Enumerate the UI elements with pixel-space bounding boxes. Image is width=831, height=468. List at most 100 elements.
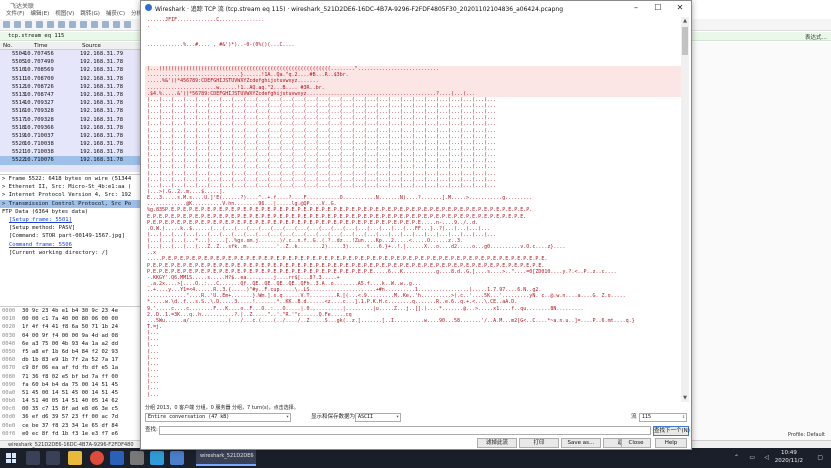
tree-item[interactable]: > Frame 5522: 6418 bytes on wire (51344 <box>0 175 140 183</box>
stream-number-spinbox[interactable]: 115 ⇕ <box>639 413 687 422</box>
notification-icon[interactable]: ▢ <box>817 454 823 461</box>
word-icon[interactable] <box>110 451 124 465</box>
toolbar-icon[interactable] <box>113 21 120 28</box>
toolbar-icon[interactable] <box>80 21 87 28</box>
hex-row[interactable]: 0090 fa 60 b4 b4 da 75 00 14 51 45 <box>0 381 140 389</box>
tree-item[interactable]: Command frame: 5506 <box>0 241 140 249</box>
hex-row[interactable]: 0030 04 00 9f f4 00 00 9a 4d ad 08 <box>0 332 140 340</box>
expression-button[interactable]: 表达式… <box>805 33 827 41</box>
toolbar-icon[interactable] <box>58 21 65 28</box>
tree-item[interactable]: [Current working directory: /] <box>0 249 140 257</box>
tree-item[interactable]: > Transmission Control Protocol, Src Po <box>0 199 140 208</box>
file-explorer-icon[interactable] <box>68 451 82 465</box>
hex-row[interactable]: 00a0 51 45 00 14 51 45 00 14 51 45 <box>0 389 140 397</box>
show-as-select[interactable]: ASCII ▾ <box>355 413 401 422</box>
hex-row[interactable]: 00e0 ce be 37 f8 23 34 1e 65 df 84 <box>0 422 140 430</box>
packet-row[interactable]: 5510 10.708569 192.168.31.78 <box>0 66 140 74</box>
packet-list[interactable]: 5504 10.707456 192.168.31.79 5505 10.707490 1… <box>0 50 140 172</box>
packet-row[interactable]: 5505 10.707490 192.168.31.78 <box>0 58 140 66</box>
toolbar-icon[interactable] <box>47 21 54 28</box>
tree-item[interactable]: FTP Data (6364 bytes data) <box>0 208 140 216</box>
search-icon[interactable] <box>26 451 40 465</box>
packet-row[interactable]: 5511 10.708700 192.168.31.78 <box>0 75 140 83</box>
taskbar-app-wireshark[interactable]: wireshark_521D2DE6-16DC-4B7A-9296-F2FDF4… <box>196 450 256 466</box>
toolbar-icon[interactable] <box>69 21 76 28</box>
tree-item[interactable]: [Command: STOR part-00149-1567.jpg] <box>0 232 140 240</box>
close-icon[interactable]: ✕ <box>669 1 691 14</box>
hex-row[interactable]: 0050 f5 a8 ef 1b 6d b4 84 f2 02 93 <box>0 348 140 356</box>
display-filter-input[interactable]: tcp.stream eq 115 <box>8 33 64 39</box>
toolbar-icon[interactable] <box>124 21 131 28</box>
find-next-button[interactable]: 查找下一个(N) <box>653 426 690 436</box>
toolbar-icon[interactable] <box>25 21 32 28</box>
find-input[interactable] <box>159 426 651 435</box>
help-button[interactable]: Help <box>655 438 687 448</box>
taskbar-clock[interactable]: 10:49 2020/11/2 <box>775 450 803 465</box>
volume-icon[interactable]: ◁ <box>764 454 769 461</box>
packet-row[interactable]: 5516 10.709328 192.168.31.78 <box>0 107 140 115</box>
packet-row[interactable]: 5504 10.707456 192.168.31.79 <box>0 50 140 58</box>
column-time[interactable]: Time <box>34 43 47 49</box>
menu-item[interactable]: 捕获(C) <box>106 10 125 19</box>
toolbar-icon[interactable] <box>36 21 43 28</box>
packet-row[interactable]: 5518 10.709366 192.168.31.78 <box>0 124 140 132</box>
network-icon[interactable]: ▭ <box>749 454 755 461</box>
menu-item[interactable]: 跳转(G) <box>80 10 100 19</box>
task-view-icon[interactable] <box>46 451 60 465</box>
start-button[interactable] <box>6 453 16 463</box>
menu-item[interactable]: 视图(V) <box>55 10 74 19</box>
hex-row[interactable]: 0040 6e a3 75 00 4b 93 4a 1a a2 dd <box>0 340 140 348</box>
menu-item[interactable]: 文件(F) <box>6 10 24 19</box>
hex-row[interactable]: 0070 c9 8f 06 ea af fd fb df e5 1a <box>0 364 140 372</box>
chrome-icon[interactable] <box>90 451 104 465</box>
packet-cell-src: 192.168.31.78 <box>80 75 124 82</box>
tree-item[interactable]: > Internet Protocol Version 4, Src: 192 <box>0 191 140 199</box>
hex-row[interactable]: 0080 71 36 f8 02 e5 bf bd 7a ff 00 <box>0 373 140 381</box>
toolbar-icon[interactable] <box>14 21 21 28</box>
scroll-down-icon[interactable]: ▼ <box>681 394 689 402</box>
packet-row[interactable]: 5520 10.710038 192.168.31.78 <box>0 140 140 148</box>
app-icon[interactable] <box>130 451 144 465</box>
hex-row[interactable]: 00f0 e0 ec 8f fd 1b f3 1e e3 f7 e6 <box>0 430 140 438</box>
toolbar-icon[interactable] <box>91 21 98 28</box>
toolbar-icon[interactable] <box>102 21 109 28</box>
column-source[interactable]: Source <box>82 43 101 49</box>
tray-chevron-icon[interactable]: ⌃ <box>734 454 739 461</box>
packet-details-tree[interactable]: > Frame 5522: 6418 bytes on wire (51344 >… <box>0 174 140 302</box>
maximize-icon[interactable]: ☐ <box>647 1 669 14</box>
hex-row[interactable]: 0020 1f 4f f4 41 f8 6a 50 71 1b 24 <box>0 323 140 331</box>
stream-line-server: (... <box>147 391 160 398</box>
packet-bytes-pane[interactable]: 0000 30 9c 23 4b e1 b4 30 9c 23 4e 0010 00 … <box>0 306 140 440</box>
packet-row[interactable]: 5519 10.710037 192.168.31.78 <box>0 132 140 140</box>
tree-item[interactable]: [Setup frame: 5501] <box>0 216 140 224</box>
hex-row[interactable]: 0010 00 00 c1 7a 40 00 80 06 00 00 <box>0 315 140 323</box>
toolbar-icon[interactable] <box>3 21 10 28</box>
profile-label[interactable]: Profile: Default <box>788 432 825 438</box>
hex-row[interactable]: 00b0 14 51 40 05 14 51 40 05 14 62 <box>0 397 140 405</box>
packet-row[interactable]: 5514 10.709327 192.168.31.78 <box>0 99 140 107</box>
packet-row[interactable]: 5522 10.710076 192.168.31.78 <box>0 156 140 165</box>
hex-row[interactable]: 0060 db 1b 83 e9 1b 7f 2a 52 7a 17 <box>0 356 140 364</box>
minimize-icon[interactable]: – <box>625 1 647 14</box>
spin-arrows-icon[interactable]: ⇕ <box>682 414 685 421</box>
menu-item[interactable]: 编辑(E) <box>30 10 49 19</box>
scroll-up-icon[interactable]: ▲ <box>681 17 689 25</box>
conversation-select[interactable]: Entire conversation (47 kB) ▾ <box>145 413 291 422</box>
packet-row[interactable]: 5517 10.709328 192.168.31.78 <box>0 116 140 124</box>
column-no[interactable]: No. <box>3 43 12 49</box>
app-icon[interactable] <box>150 451 164 465</box>
hex-row[interactable]: 00c0 00 35 c7 15 8f ad e8 d6 3e c5 <box>0 405 140 413</box>
packet-row[interactable]: 5513 10.708747 192.168.31.78 <box>0 91 140 99</box>
hex-offset: 0080 <box>2 373 16 380</box>
tree-item[interactable]: > Ethernet II, Src: Micro-St_4b:e1:aa ( <box>0 183 140 191</box>
close-button[interactable]: Close <box>621 438 651 448</box>
stream-content[interactable]: ......JFIF.............C................… <box>145 17 681 402</box>
hex-row[interactable]: 00d0 36 ef d6 39 57 23 ff 00 ac 7d <box>0 413 140 421</box>
tree-item[interactable]: [Setup method: PASV] <box>0 224 140 232</box>
packet-row[interactable]: 5512 10.708726 192.168.31.78 <box>0 83 140 91</box>
hex-row[interactable]: 0000 30 9c 23 4b e1 b4 30 9c 23 4e <box>0 307 140 315</box>
packet-row[interactable]: 5521 10.710038 192.168.31.78 <box>0 148 140 156</box>
scrollbar-thumb[interactable] <box>682 27 688 55</box>
wireshark-taskbar-icon[interactable] <box>170 451 184 465</box>
stream-scrollbar[interactable]: ▲ ▼ <box>681 17 689 402</box>
